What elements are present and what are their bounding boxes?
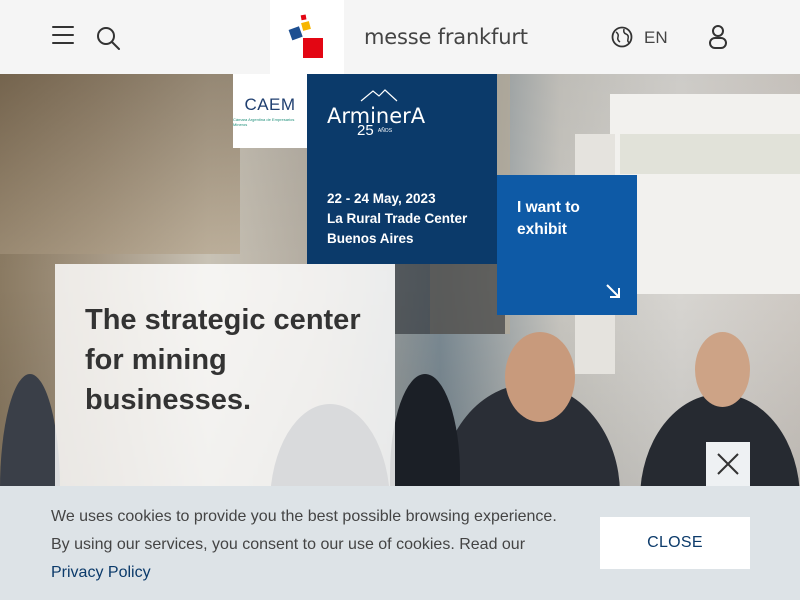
site-header: messe frankfurt EN: [0, 0, 800, 74]
arrow-down-right-icon: [606, 284, 620, 298]
hero-tagline-panel: The strategic center for mining business…: [55, 264, 395, 486]
close-icon: [717, 453, 739, 475]
anniversary-number: 25: [357, 122, 374, 139]
anniversary-label: AÑOS: [377, 128, 393, 135]
hamburger-menu-icon[interactable]: [52, 26, 74, 48]
event-anniversary: 25 AÑOS: [357, 122, 392, 139]
cookie-close-button[interactable]: CLOSE: [600, 517, 750, 569]
globe-icon[interactable]: [610, 25, 634, 49]
cookie-banner: We uses cookies to provide you the best …: [0, 486, 800, 600]
exhibit-cta-label: I want to exhibit: [517, 199, 580, 238]
user-account-icon[interactable]: [704, 23, 732, 51]
event-dates: 22 - 24 May, 2023: [327, 191, 436, 206]
search-icon[interactable]: [95, 25, 121, 51]
cookie-message: We uses cookies to provide you the best …: [51, 503, 581, 587]
logo-mark: [288, 14, 323, 58]
exhibit-cta-button[interactable]: I want to exhibit: [497, 175, 637, 315]
privacy-policy-link[interactable]: Privacy Policy: [51, 564, 151, 581]
language-selector[interactable]: EN: [644, 28, 668, 48]
event-city: Buenos Aires: [327, 231, 414, 246]
event-info-panel: ArminerA 25 AÑOS 22 - 24 May, 2023 La Ru…: [307, 74, 497, 264]
mountain-icon: [360, 89, 398, 102]
hero-tagline: The strategic center for mining business…: [85, 304, 361, 416]
cookie-text-line-2: By using our services, you consent to ou…: [51, 536, 526, 553]
event-details: 22 - 24 May, 2023 La Rural Trade Center …: [327, 189, 467, 249]
messe-frankfurt-logo[interactable]: [270, 0, 344, 74]
cookie-text-line-1: We uses cookies to provide you the best …: [51, 508, 557, 525]
caem-logo-text: CAEM: [244, 95, 296, 114]
event-venue: La Rural Trade Center: [327, 211, 468, 226]
caem-logo[interactable]: CAEM Cámara Argentina de Empresarios Min…: [233, 74, 307, 148]
brand-name[interactable]: messe frankfurt: [364, 25, 528, 49]
caem-logo-tagline: Cámara Argentina de Empresarios Mineros: [233, 117, 295, 127]
close-cookie-icon[interactable]: [706, 442, 750, 486]
